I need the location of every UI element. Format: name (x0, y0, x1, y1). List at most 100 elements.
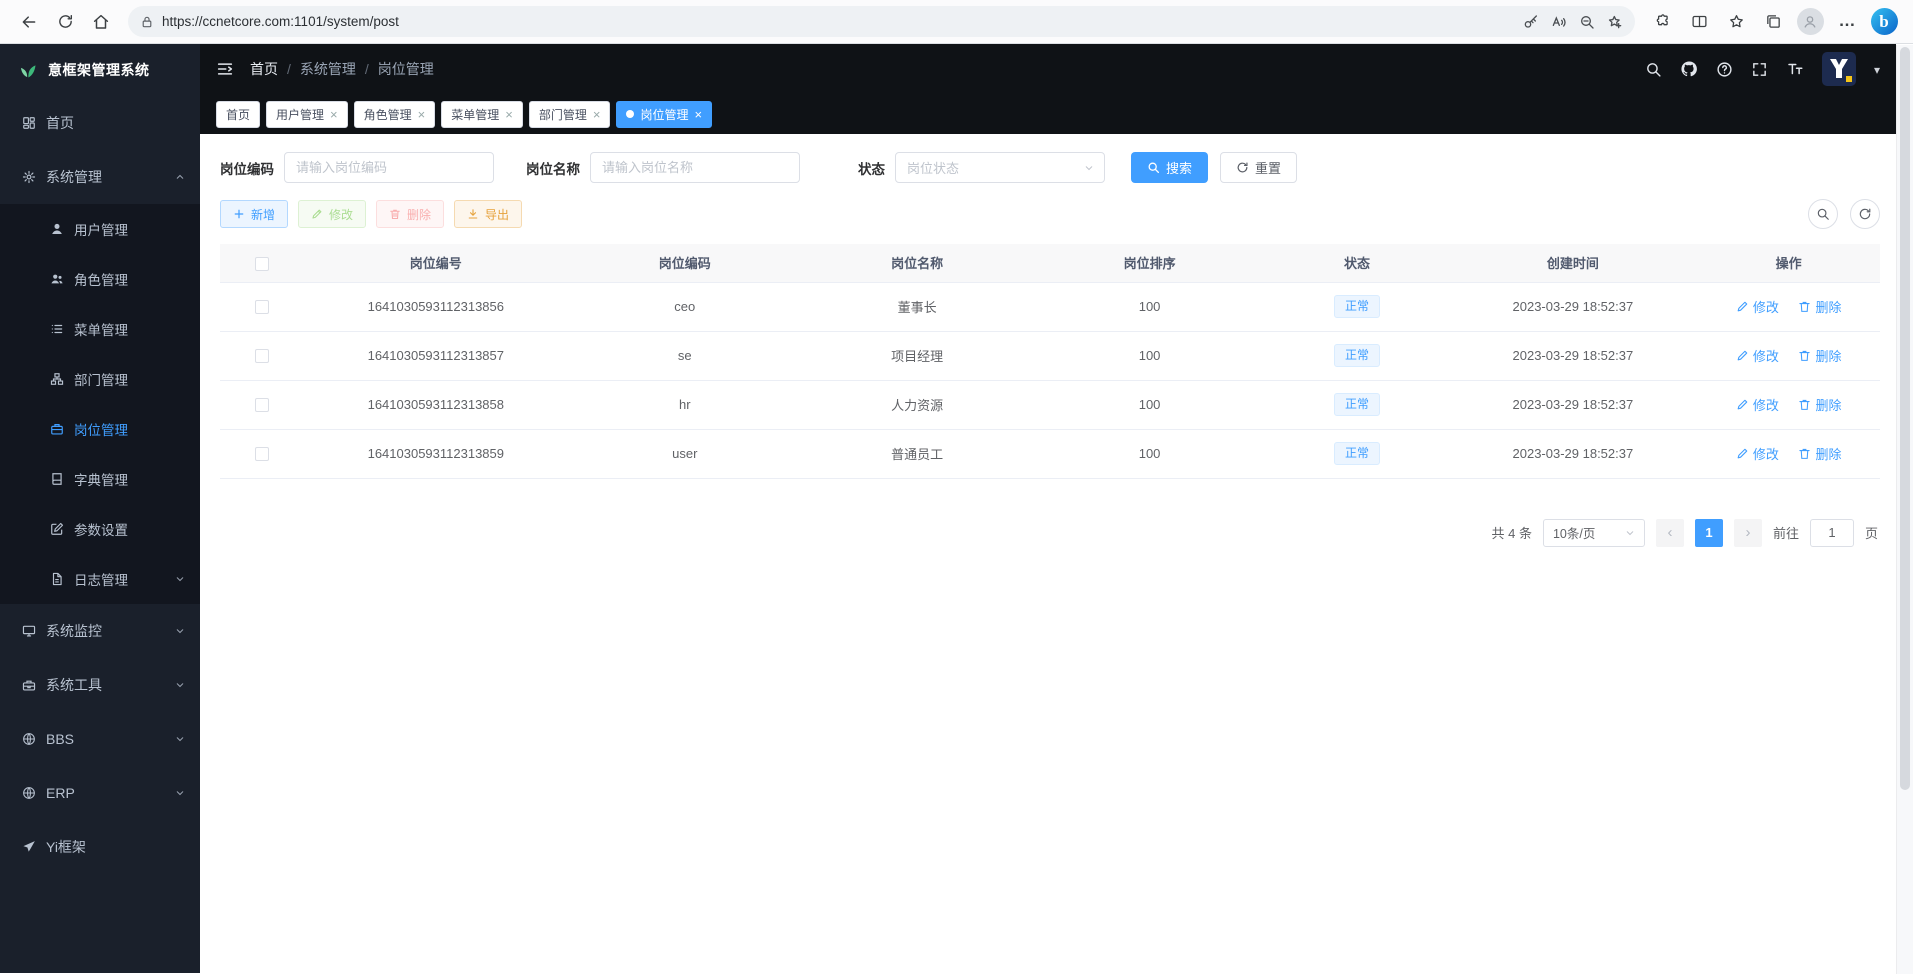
address-bar[interactable]: https://ccnetcore.com:1101/system/post (128, 6, 1635, 37)
row-delete-link[interactable]: 删除 (1798, 346, 1841, 365)
post-code-cell: hr (569, 380, 801, 429)
close-icon[interactable] (330, 108, 338, 121)
post-id-cell: 1641030593112313859 (303, 429, 569, 478)
sidebar-item-user-mgmt[interactable]: 用户管理 (0, 204, 200, 254)
github-link[interactable] (1680, 60, 1698, 78)
sidebar-item-role-mgmt[interactable]: 角色管理 (0, 254, 200, 304)
close-icon[interactable] (694, 108, 702, 121)
zoom-out-button[interactable] (1573, 9, 1601, 35)
row-checkbox[interactable] (255, 349, 269, 363)
col-post-sort: 岗位排序 (1033, 244, 1265, 282)
globe-icon (22, 786, 36, 800)
breadcrumb-home[interactable]: 首页 (250, 59, 278, 79)
sidebar-item-bbs[interactable]: BBS (0, 712, 200, 766)
briefcase-icon (50, 422, 64, 436)
tab-role-mgmt[interactable]: 角色管理 (354, 101, 436, 128)
user-avatar[interactable] (1822, 52, 1856, 86)
goto-page-input[interactable] (1810, 519, 1854, 547)
chevron-down-icon (174, 787, 186, 799)
sidebar-collapse-button[interactable] (216, 60, 234, 78)
edit-button[interactable]: 修改 (298, 200, 366, 228)
sidebar-item-param-settings[interactable]: 参数设置 (0, 504, 200, 554)
tab-home[interactable]: 首页 (216, 101, 260, 128)
posts-table: 岗位编号 岗位编码 岗位名称 岗位排序 状态 创建时间 操作 164103059… (220, 244, 1880, 479)
close-icon[interactable] (593, 108, 601, 121)
sidebar-item-post-mgmt[interactable]: 岗位管理 (0, 404, 200, 454)
page-size-select[interactable]: 10条/页 (1543, 519, 1645, 547)
browser-toolbar: https://ccnetcore.com:1101/system/post (0, 0, 1913, 44)
bing-chat-button[interactable] (1867, 6, 1901, 38)
next-page-button[interactable] (1734, 519, 1762, 547)
row-delete-link[interactable]: 删除 (1798, 395, 1841, 414)
row-delete-link[interactable]: 删除 (1798, 444, 1841, 463)
sidebar-item-system-tools[interactable]: 系统工具 (0, 658, 200, 712)
delete-button[interactable]: 删除 (376, 200, 444, 228)
post-name-cell: 普通员工 (801, 429, 1033, 478)
extensions-button[interactable] (1645, 6, 1679, 38)
password-manager-button[interactable] (1517, 9, 1545, 35)
post-code-input[interactable] (284, 152, 494, 183)
header-search-button[interactable] (1645, 61, 1662, 78)
sidebar-item-dict-mgmt[interactable]: 字典管理 (0, 454, 200, 504)
created-time-cell: 2023-03-29 18:52:37 (1448, 429, 1697, 478)
page-scrollbar[interactable] (1896, 45, 1913, 974)
add-button[interactable]: 新增 (220, 200, 288, 228)
browser-menu-button[interactable] (1830, 6, 1864, 38)
status-select[interactable]: 岗位状态 (895, 152, 1105, 183)
org-tree-icon (50, 372, 64, 386)
breadcrumb-system-mgmt[interactable]: 系统管理 (300, 59, 356, 79)
sidebar-item-home[interactable]: 首页 (0, 96, 200, 150)
read-aloud-button[interactable] (1545, 9, 1573, 35)
split-screen-button[interactable] (1682, 6, 1716, 38)
sidebar-item-erp[interactable]: ERP (0, 766, 200, 820)
help-button[interactable] (1716, 61, 1733, 78)
select-all-checkbox[interactable] (255, 257, 269, 271)
scrollbar-thumb[interactable] (1900, 47, 1910, 790)
sidebar-item-system-mgmt[interactable]: 系统管理 (0, 150, 200, 204)
page-1-button[interactable]: 1 (1695, 519, 1723, 547)
chevron-up-icon (174, 171, 186, 183)
sidebar-item-menu-mgmt[interactable]: 菜单管理 (0, 304, 200, 354)
profile-avatar (1797, 8, 1824, 35)
sidebar-item-yi-framework[interactable]: Yi框架 (0, 820, 200, 874)
tab-post-mgmt[interactable]: 岗位管理 (616, 101, 712, 128)
sidebar-item-dept-mgmt[interactable]: 部门管理 (0, 354, 200, 404)
prev-page-button[interactable] (1656, 519, 1684, 547)
document-icon (50, 572, 64, 586)
fullscreen-button[interactable] (1751, 61, 1768, 78)
url-text[interactable]: https://ccnetcore.com:1101/system/post (162, 14, 1517, 29)
refresh-button[interactable] (48, 6, 82, 38)
search-button[interactable]: 搜索 (1131, 152, 1208, 183)
tab-user-mgmt[interactable]: 用户管理 (266, 101, 348, 128)
favorites-bar-button[interactable] (1719, 6, 1753, 38)
tab-dept-mgmt[interactable]: 部门管理 (529, 101, 611, 128)
font-size-button[interactable] (1786, 60, 1804, 78)
row-edit-link[interactable]: 修改 (1736, 444, 1779, 463)
row-checkbox[interactable] (255, 300, 269, 314)
show-search-toggle-button[interactable] (1808, 199, 1838, 229)
row-edit-link[interactable]: 修改 (1736, 297, 1779, 316)
reset-button[interactable]: 重置 (1220, 152, 1297, 183)
add-favorite-button[interactable] (1601, 9, 1629, 35)
row-checkbox[interactable] (255, 447, 269, 461)
browser-home-button[interactable] (84, 6, 118, 38)
toolbox-icon (22, 678, 36, 692)
back-button[interactable] (12, 6, 46, 38)
sidebar-item-log-mgmt[interactable]: 日志管理 (0, 554, 200, 604)
table-refresh-button[interactable] (1850, 199, 1880, 229)
close-icon[interactable] (505, 108, 513, 121)
collections-button[interactable] (1756, 6, 1790, 38)
row-delete-link[interactable]: 删除 (1798, 297, 1841, 316)
tab-menu-mgmt[interactable]: 菜单管理 (441, 101, 523, 128)
row-edit-link[interactable]: 修改 (1736, 346, 1779, 365)
close-icon[interactable] (418, 108, 426, 121)
export-button[interactable]: 导出 (454, 200, 522, 228)
browser-profile-button[interactable] (1793, 6, 1827, 38)
row-edit-link[interactable]: 修改 (1736, 395, 1779, 414)
site-info-lock-icon[interactable] (140, 15, 154, 29)
user-menu-caret-icon[interactable] (1874, 62, 1880, 77)
zoom-out-icon (1579, 14, 1595, 30)
post-name-input[interactable] (590, 152, 800, 183)
row-checkbox[interactable] (255, 398, 269, 412)
sidebar-item-system-monitor[interactable]: 系统监控 (0, 604, 200, 658)
